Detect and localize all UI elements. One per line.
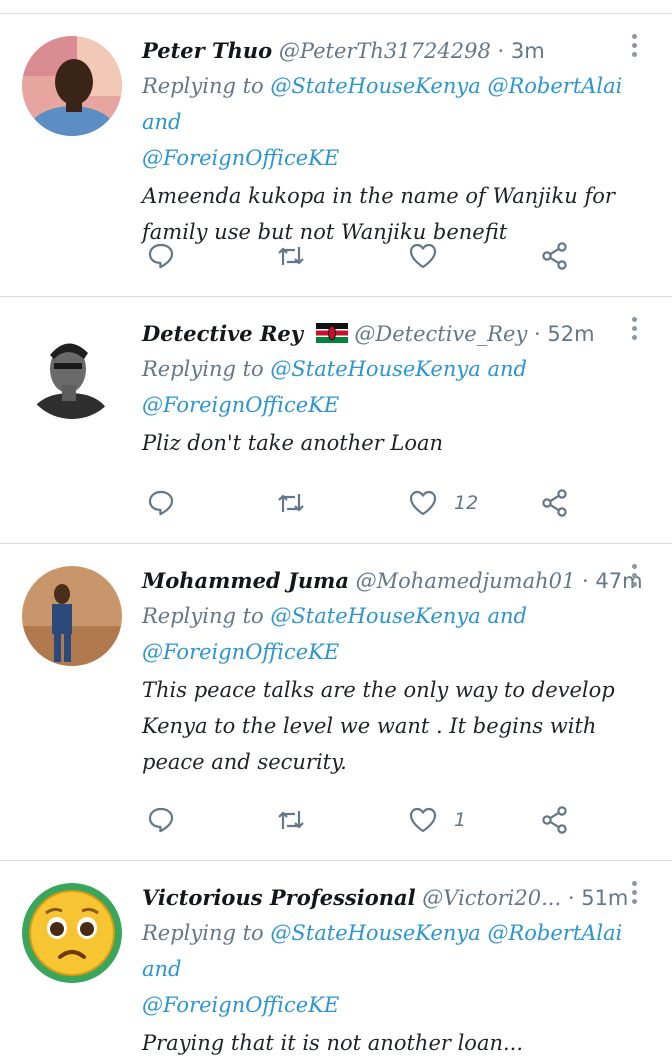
timestamp[interactable]: 3m bbox=[511, 39, 545, 63]
author-name[interactable]: Detective Rey bbox=[142, 321, 303, 346]
tweet-body: Victorious Professional @Victori20... · … bbox=[142, 883, 630, 1061]
tweet-text: Pliz don't take another Loan bbox=[142, 431, 444, 455]
tweet-body: Detective Rey @Detective_Rey · 52m Reply… bbox=[142, 319, 630, 461]
more-vertical-icon[interactable] bbox=[632, 34, 638, 61]
tweet[interactable]: Victorious Professional @Victori20... · … bbox=[0, 861, 672, 1055]
kenya-flag-icon bbox=[315, 323, 348, 343]
share-button[interactable] bbox=[540, 487, 570, 519]
mention-link[interactable]: @ForeignOfficeKE bbox=[142, 993, 339, 1017]
reply-and: and bbox=[142, 110, 182, 134]
tweet-text: This peace talks are the only way to dev… bbox=[142, 678, 615, 774]
mention-link[interactable]: @RobertAlai bbox=[487, 921, 622, 945]
tweet-actions: 12 bbox=[142, 487, 592, 519]
share-icon bbox=[542, 242, 567, 270]
tweet-actions: 1 bbox=[142, 804, 592, 836]
author-handle[interactable]: @PeterTh31724298 bbox=[279, 39, 491, 63]
replying-prefix: Replying to bbox=[142, 74, 264, 98]
mention-link[interactable]: @RobertAlai bbox=[487, 74, 622, 98]
reply-icon bbox=[148, 807, 174, 833]
mention-link[interactable]: @ForeignOfficeKE bbox=[142, 393, 339, 417]
reply-and: and bbox=[487, 357, 527, 381]
tweet[interactable]: Detective Rey @Detective_Rey · 52m Reply… bbox=[0, 297, 672, 544]
replying-prefix: Replying to bbox=[142, 921, 264, 945]
like-count: 1 bbox=[454, 809, 467, 831]
reply-button[interactable] bbox=[146, 487, 176, 519]
tweet-header: Detective Rey @Detective_Rey · 52m bbox=[142, 319, 630, 349]
author-name[interactable]: Victorious Professional bbox=[142, 885, 416, 910]
avatar[interactable] bbox=[22, 883, 122, 983]
replying-prefix: Replying to bbox=[142, 604, 264, 628]
separator-dot: · bbox=[567, 886, 575, 910]
tweet-actions bbox=[142, 240, 592, 272]
avatar[interactable] bbox=[22, 36, 122, 136]
mention-link[interactable]: @StateHouseKenya bbox=[270, 921, 480, 945]
separator-dot: · bbox=[534, 322, 541, 346]
author-handle[interactable]: @Detective_Rey bbox=[354, 322, 527, 346]
like-button[interactable]: 1 bbox=[408, 804, 466, 836]
reply-and: and bbox=[142, 957, 182, 981]
more-vertical-icon[interactable] bbox=[632, 564, 638, 591]
tweet[interactable]: Mohammed Juma @Mohamedjumah01 · 47m Repl… bbox=[0, 544, 672, 861]
retweet-button[interactable] bbox=[276, 487, 306, 519]
share-icon bbox=[542, 806, 567, 834]
replying-to: Replying to @StateHouseKenya @RobertAlai… bbox=[142, 68, 630, 176]
like-count: 12 bbox=[454, 492, 479, 514]
top-divider bbox=[0, 0, 672, 14]
tweet-body: Mohammed Juma @Mohamedjumah01 · 47m Repl… bbox=[142, 566, 643, 780]
replying-to: Replying to @StateHouseKenya @RobertAlai… bbox=[142, 915, 630, 1023]
replying-to: Replying to @StateHouseKenya and @Foreig… bbox=[142, 598, 630, 670]
share-icon bbox=[542, 489, 567, 517]
more-vertical-icon[interactable] bbox=[632, 881, 638, 908]
reply-button[interactable] bbox=[146, 240, 176, 272]
heart-icon bbox=[409, 490, 437, 516]
retweet-icon bbox=[278, 811, 304, 829]
timestamp[interactable]: 52m bbox=[547, 322, 594, 346]
timestamp[interactable]: 51m bbox=[581, 886, 628, 910]
heart-icon bbox=[409, 243, 437, 269]
mention-link[interactable]: @StateHouseKenya bbox=[270, 604, 480, 628]
tweet-body: Peter Thuo @PeterTh31724298 · 3m Replyin… bbox=[142, 36, 630, 250]
separator-dot: · bbox=[582, 569, 589, 593]
author-handle[interactable]: @Victori20... bbox=[422, 886, 561, 910]
tweet[interactable]: Peter Thuo @PeterTh31724298 · 3m Replyin… bbox=[0, 14, 672, 297]
avatar[interactable] bbox=[22, 319, 122, 419]
mention-link[interactable]: @ForeignOfficeKE bbox=[142, 640, 339, 664]
share-button[interactable] bbox=[540, 804, 570, 836]
retweet-button[interactable] bbox=[276, 240, 306, 272]
retweet-button[interactable] bbox=[276, 804, 306, 836]
avatar[interactable] bbox=[22, 566, 122, 666]
separator-dot: · bbox=[497, 39, 505, 63]
mention-link[interactable]: @StateHouseKenya bbox=[270, 74, 480, 98]
like-button[interactable]: 12 bbox=[408, 487, 478, 519]
reply-icon bbox=[148, 490, 174, 516]
author-name[interactable]: Peter Thuo bbox=[142, 38, 272, 63]
heart-icon bbox=[409, 807, 437, 833]
replying-prefix: Replying to bbox=[142, 357, 264, 381]
like-button[interactable] bbox=[408, 240, 454, 272]
reply-button[interactable] bbox=[146, 804, 176, 836]
reply-icon bbox=[148, 243, 174, 269]
retweet-icon bbox=[278, 247, 304, 265]
author-name[interactable]: Mohammed Juma bbox=[142, 568, 349, 593]
retweet-icon bbox=[278, 494, 304, 512]
reply-and: and bbox=[487, 604, 527, 628]
tweet-text: Praying that it is not another loan... bbox=[142, 1031, 524, 1055]
replying-to: Replying to @StateHouseKenya and @Foreig… bbox=[142, 351, 630, 423]
share-button[interactable] bbox=[540, 240, 570, 272]
more-vertical-icon[interactable] bbox=[632, 317, 638, 344]
author-handle[interactable]: @Mohamedjumah01 bbox=[356, 569, 576, 593]
tweet-header: Mohammed Juma @Mohamedjumah01 · 47m bbox=[142, 566, 643, 596]
mention-link[interactable]: @StateHouseKenya bbox=[270, 357, 480, 381]
tweet-header: Victorious Professional @Victori20... · … bbox=[142, 883, 630, 913]
mention-link[interactable]: @ForeignOfficeKE bbox=[142, 146, 339, 170]
tweet-header: Peter Thuo @PeterTh31724298 · 3m bbox=[142, 36, 630, 66]
